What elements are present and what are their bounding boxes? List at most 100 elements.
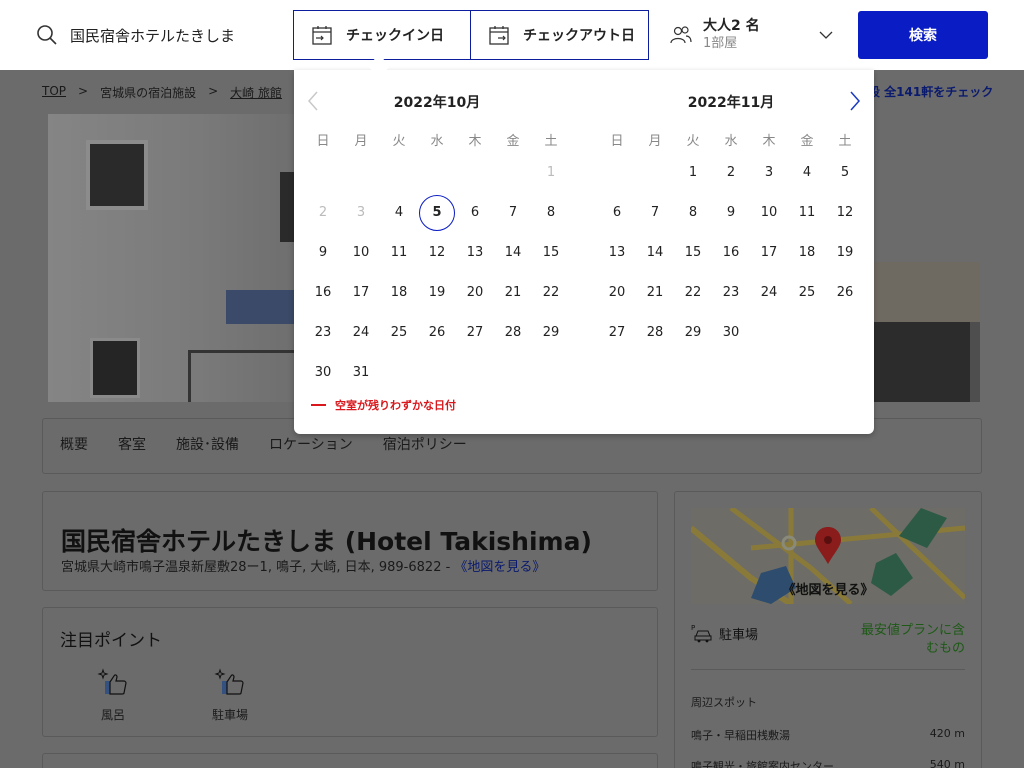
calendar-day[interactable]: 29 — [532, 316, 570, 350]
calendar-day[interactable]: 20 — [598, 276, 636, 310]
calendar-day[interactable]: 27 — [598, 316, 636, 350]
calendar-day[interactable]: 24 — [342, 316, 380, 350]
calendar-day[interactable]: 27 — [456, 316, 494, 350]
calendar-day[interactable]: 20 — [456, 276, 494, 310]
calendar-day[interactable]: 19 — [826, 236, 864, 270]
calendar-day[interactable]: 5 — [826, 156, 864, 190]
tab-facilities[interactable]: 施設･設備 — [176, 434, 239, 454]
calendar-day[interactable]: 2 — [712, 156, 750, 190]
tab-overview[interactable]: 概要 — [60, 434, 88, 454]
calendar-day[interactable]: 11 — [380, 236, 418, 270]
svg-text:P: P — [691, 624, 695, 632]
hotel-info-card: 国民宿舎ホテルたきしま (Hotel Takishima) 宮城県大崎市鳴子温泉… — [42, 491, 658, 591]
calendar-day[interactable]: 19 — [418, 276, 456, 310]
calendar-day[interactable]: 6 — [598, 196, 636, 230]
month-title: 2022年11月 — [687, 95, 775, 111]
weekday-header: 月 — [354, 134, 368, 149]
calendar-day[interactable]: 14 — [636, 236, 674, 270]
breadcrumb-prefecture[interactable]: 宮城県の宿泊施設 — [100, 84, 196, 101]
calendar-day[interactable]: 26 — [826, 276, 864, 310]
nearby-name: 鳴子観光・旅館案内センター — [691, 760, 834, 768]
hotel-photo-top[interactable] — [874, 114, 980, 262]
breadcrumb-separator: > — [78, 84, 89, 98]
calendar-day[interactable]: 4 — [788, 156, 826, 190]
compare-hotels-link[interactable]: 段 全141軒をチェック — [868, 83, 993, 100]
weekday-header: 木 — [468, 134, 482, 149]
breadcrumb-separator: > — [208, 84, 219, 98]
calendar-day[interactable]: 7 — [636, 196, 674, 230]
calendar-day[interactable]: 25 — [788, 276, 826, 310]
calendar-day[interactable]: 18 — [380, 276, 418, 310]
tab-rooms[interactable]: 客室 — [118, 434, 146, 454]
legend-line — [311, 404, 326, 406]
calendar-day[interactable]: 31 — [342, 356, 380, 390]
calendar-day[interactable]: 1 — [674, 156, 712, 190]
calendar-day[interactable]: 23 — [304, 316, 342, 350]
calendar-day[interactable]: 18 — [788, 236, 826, 270]
calendar-day[interactable]: 22 — [674, 276, 712, 310]
hotel-photo-main[interactable] — [48, 114, 298, 402]
calendar-day[interactable]: 7 — [494, 196, 532, 230]
calendar-day[interactable]: 11 — [788, 196, 826, 230]
calendar-day: 3 — [356, 205, 366, 220]
calendar-day[interactable]: 4 — [380, 196, 418, 230]
tab-location[interactable]: ロケーション — [269, 434, 353, 454]
highlights-card: 注目ポイント 風呂 駐車場 — [42, 607, 658, 737]
checkin-label: チェックイン日 — [346, 28, 444, 44]
nearby-item: 鳴子・早稲田桟敷湯 420 m — [691, 727, 965, 743]
calendar-day[interactable]: 24 — [750, 276, 788, 310]
calendar-day[interactable]: 8 — [674, 196, 712, 230]
weekday-header: 水 — [724, 134, 738, 149]
calendar-day[interactable]: 16 — [304, 276, 342, 310]
calendar-day[interactable]: 13 — [456, 236, 494, 270]
calendar-day[interactable]: 28 — [494, 316, 532, 350]
calendar-day[interactable]: 12 — [418, 236, 456, 270]
thumbs-up-sparkle-icon — [97, 668, 127, 695]
calendar-day[interactable]: 13 — [598, 236, 636, 270]
calendar-day[interactable]: 26 — [418, 316, 456, 350]
breadcrumb-area[interactable]: 大崎 旅館 — [230, 84, 282, 101]
calendar-day[interactable]: 16 — [712, 236, 750, 270]
guest-selector[interactable]: 大人2 名 1部屋 — [653, 11, 852, 59]
calendar-day[interactable]: 30 — [304, 356, 342, 390]
date-picker-popup: 2022年10月 日月火水木金土 1 2 3 4 5 6 7 8 9 10 11 12 13 14 15 16 1… — [294, 70, 874, 434]
calendar-day[interactable]: 3 — [750, 156, 788, 190]
calendar-day[interactable]: 9 — [304, 236, 342, 270]
calendar-day[interactable]: 10 — [342, 236, 380, 270]
calendar-day[interactable]: 23 — [712, 276, 750, 310]
calendar-day-selected[interactable]: 5 — [419, 195, 455, 231]
calendar-day[interactable]: 9 — [712, 196, 750, 230]
breadcrumb-top[interactable]: TOP — [42, 84, 66, 101]
calendar-day[interactable]: 8 — [532, 196, 570, 230]
weekday-header: 火 — [686, 134, 700, 149]
calendar-day[interactable]: 15 — [674, 236, 712, 270]
calendar-day[interactable]: 22 — [532, 276, 570, 310]
checkout-field[interactable]: チェックアウト日 — [470, 10, 649, 60]
map-thumbnail[interactable]: 《地図を見る》 — [691, 508, 965, 604]
destination-input[interactable]: 国民宿舎ホテルたきしま — [19, 11, 289, 59]
weekday-header: 日 — [316, 134, 330, 149]
calendar-day[interactable]: 28 — [636, 316, 674, 350]
calendar-day[interactable]: 29 — [674, 316, 712, 350]
nearby-name: 鳴子・早稲田桟敷湯 — [691, 729, 790, 742]
calendar-day[interactable]: 10 — [750, 196, 788, 230]
calendar-day[interactable]: 12 — [826, 196, 864, 230]
hotel-photo-side[interactable] — [874, 262, 980, 402]
weekday-header: 木 — [762, 134, 776, 149]
tab-policies[interactable]: 宿泊ポリシー — [383, 434, 467, 454]
breadcrumb: TOP > 宮城県の宿泊施設 > 大崎 旅館 > — [42, 84, 316, 101]
map-link[interactable]: 《地図を見る》 — [454, 560, 545, 575]
search-bar: 国民宿舎ホテルたきしま チェックイン日 チェックアウト日 大人2 名 1部屋 検… — [0, 0, 1024, 78]
calendar-day[interactable]: 25 — [380, 316, 418, 350]
calendar-day[interactable]: 14 — [494, 236, 532, 270]
guests-icon — [670, 26, 692, 44]
calendar-day[interactable]: 17 — [750, 236, 788, 270]
calendar-day[interactable]: 21 — [636, 276, 674, 310]
calendar-day[interactable]: 30 — [712, 316, 750, 350]
checkin-field[interactable]: チェックイン日 — [293, 10, 471, 60]
calendar-day[interactable]: 21 — [494, 276, 532, 310]
calendar-day[interactable]: 17 — [342, 276, 380, 310]
search-button[interactable]: 検索 — [858, 11, 988, 59]
calendar-day[interactable]: 15 — [532, 236, 570, 270]
calendar-day[interactable]: 6 — [456, 196, 494, 230]
